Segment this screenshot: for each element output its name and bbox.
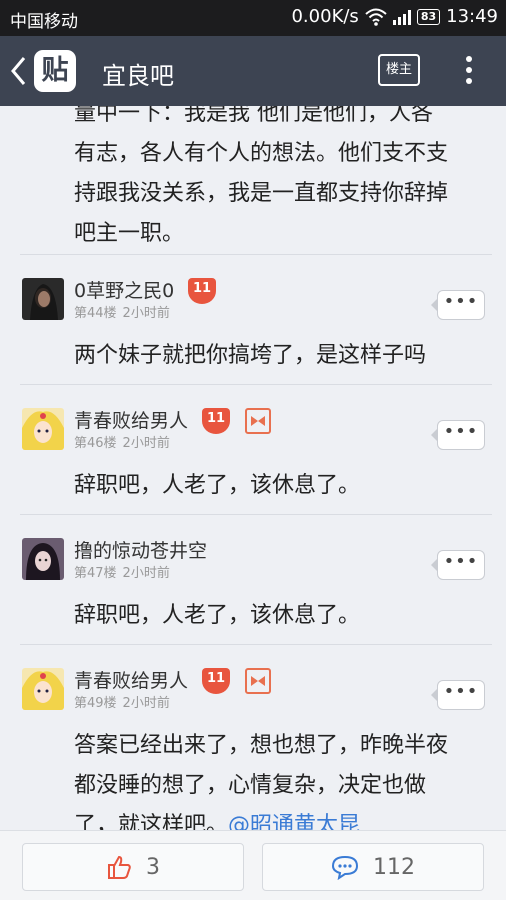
text-line: 都没睡的想了，心情复杂，决定也做 [74, 773, 427, 798]
network-speed: 0.00K/s [291, 6, 359, 27]
comment-count: 112 [373, 854, 415, 880]
text-line: 有志，各人有个人的想法。他们支不支 [74, 141, 449, 166]
floor-number: 第44楼 [74, 306, 117, 321]
text-line: 辞职吧，人老了，该休息了。 [74, 603, 361, 628]
battery-icon: 83 [416, 8, 441, 25]
text-line: 辞职吧，人老了，该休息了。 [74, 473, 361, 498]
level-badge: 11 [188, 278, 216, 304]
bottom-action-bar: 3 112 [0, 830, 506, 900]
like-button[interactable]: 3 [22, 843, 244, 891]
post-item: 青春败给男人 11 第46楼 2小时前 ••• 辞职吧，人老了，该休息了。 [0, 384, 506, 514]
text-line: 持跟我没关系，我是一直都支持你辞掉 [74, 181, 449, 206]
avatar-girl[interactable] [22, 538, 64, 580]
mention-link[interactable]: @昭通黄太昆 [228, 813, 360, 830]
text-line: 量中一下：我是我 他们是他们，人各 [74, 106, 433, 126]
page-title: 宜良吧 [102, 62, 174, 90]
signal-icon [392, 9, 411, 25]
more-button[interactable]: ••• [431, 550, 485, 580]
text-segment: 了，就这样吧。 [74, 813, 229, 830]
username[interactable]: 0草野之民0 [74, 276, 174, 303]
post-content: 答案已经出来了，想也想了，昨晚半夜 都没睡的想了，心情复杂，决定也做 了，就这样… [74, 726, 494, 830]
level-badge: 11 [202, 668, 230, 694]
username[interactable]: 撸的惊动苍井空 [74, 536, 207, 563]
more-button[interactable]: ••• [431, 420, 485, 450]
like-count: 3 [146, 854, 160, 880]
status-bar: 中国移动 0.00K/s 83 13:49 [0, 0, 506, 36]
tieba-logo[interactable]: 贴 [34, 50, 76, 92]
text-line: 了，就这样吧。@昭通黄太昆 [74, 806, 494, 830]
back-icon[interactable] [8, 54, 30, 88]
floor-number: 第46楼 [74, 436, 117, 451]
avatar-sailor-moon[interactable] [22, 408, 64, 450]
comment-icon [331, 855, 359, 880]
post-meta: 第47楼 2小时前 [74, 562, 176, 581]
partial-post-text: 量中一下：我是我 他们是他们，人各 有志，各人有个人的想法。他们支不支 持跟我没… [74, 106, 494, 254]
post-content: 辞职吧，人老了，该休息了。 [74, 596, 494, 636]
more-button[interactable]: ••• [431, 290, 485, 320]
post-time: 2小时前 [122, 436, 170, 451]
level-badge: 11 [202, 408, 230, 434]
comment-button[interactable]: 112 [262, 843, 484, 891]
more-vert-icon[interactable] [464, 56, 474, 88]
post-item: 0草野之民0 11 第44楼 2小时前 ••• 两个妹子就把你搞垮了，是这样子吗 [0, 254, 506, 384]
floor-number: 第49楼 [74, 696, 117, 711]
avatar-sailor-moon[interactable] [22, 668, 64, 710]
thumbs-up-icon [108, 855, 131, 879]
post-list[interactable]: 量中一下：我是我 他们是他们，人各 有志，各人有个人的想法。他们支不支 持跟我没… [0, 106, 506, 830]
bow-badge-icon [245, 668, 271, 694]
post-content: 辞职吧，人老了，该休息了。 [74, 466, 494, 506]
post-time: 2小时前 [122, 696, 170, 711]
text-line: 答案已经出来了，想也想了，昨晚半夜 [74, 733, 449, 758]
wifi-icon [365, 8, 387, 26]
post-item: 青春败给男人 11 第49楼 2小时前 ••• 答案已经出来了，想也想了，昨晚半夜… [0, 644, 506, 830]
carrier-label: 中国移动 [10, 12, 78, 32]
avatar-dark-hair[interactable] [22, 278, 64, 320]
post-time: 2小时前 [122, 306, 170, 321]
post-meta: 第46楼 2小时前 [74, 432, 176, 451]
floor-number: 第47楼 [74, 566, 117, 581]
username[interactable]: 青春败给男人 [74, 666, 188, 693]
owner-only-button[interactable]: 楼主 [378, 54, 420, 86]
post-item: 撸的惊动苍井空 第47楼 2小时前 ••• 辞职吧，人老了，该休息了。 [0, 514, 506, 644]
bow-badge-icon [245, 408, 271, 434]
more-button[interactable]: ••• [431, 680, 485, 710]
username[interactable]: 青春败给男人 [74, 406, 188, 433]
post-time: 2小时前 [122, 566, 170, 581]
text-line: 吧主一职。 [74, 221, 185, 246]
clock: 13:49 [446, 6, 498, 27]
title-bar: 贴 宜良吧 楼主 [0, 36, 506, 106]
post-meta: 第49楼 2小时前 [74, 692, 176, 711]
post-meta: 第44楼 2小时前 [74, 302, 176, 321]
text-line: 两个妹子就把你搞垮了，是这样子吗 [74, 343, 427, 368]
post-content: 两个妹子就把你搞垮了，是这样子吗 [74, 336, 494, 376]
